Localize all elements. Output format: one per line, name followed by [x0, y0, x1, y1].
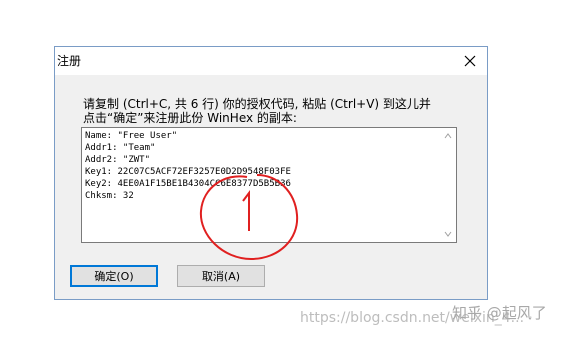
- ok-button[interactable]: 确定(O): [70, 265, 158, 287]
- instructions-line-1: 请复制 (Ctrl+C, 共 6 行) 你的授权代码, 粘贴 (Ctrl+V) …: [83, 97, 431, 111]
- code-line-key1: Key1: 22C07C5ACF72EF3257E0D2D9548F03FE: [85, 167, 291, 177]
- code-line-addr1: Addr1: "Team": [85, 143, 156, 153]
- close-button[interactable]: [459, 50, 481, 72]
- title-bar: 注册: [55, 47, 487, 75]
- code-line-key2: Key2: 4EE0A1F15BE1B4304CC6E8377D5B5B36: [85, 179, 291, 189]
- license-code-content: Name: "Free User" Addr1: "Team" Addr2: "…: [85, 130, 291, 202]
- register-dialog: 注册 请复制 (Ctrl+C, 共 6 行) 你的授权代码, 粘贴 (Ctrl+…: [54, 46, 488, 300]
- cancel-button[interactable]: 取消(A): [177, 265, 265, 287]
- screen: 注册 请复制 (Ctrl+C, 共 6 行) 你的授权代码, 粘贴 (Ctrl+…: [0, 0, 577, 340]
- zhihu-watermark: 知乎 @起风了: [452, 304, 547, 322]
- instructions-text: 请复制 (Ctrl+C, 共 6 行) 你的授权代码, 粘贴 (Ctrl+V) …: [83, 97, 478, 125]
- dialog-title: 注册: [57, 54, 82, 68]
- vertical-scrollbar[interactable]: [440, 128, 456, 242]
- close-icon: [464, 55, 476, 67]
- chevron-down-icon[interactable]: [444, 230, 452, 238]
- code-line-addr2: Addr2: "ZWT": [85, 155, 151, 165]
- instructions-line-2: 点击“确定”来注册此份 WinHex 的副本:: [83, 111, 297, 125]
- code-line-chksm: Chksm: 32: [85, 191, 134, 201]
- code-line-name: Name: "Free User": [85, 131, 178, 141]
- chevron-up-icon[interactable]: [444, 132, 452, 140]
- license-code-textarea[interactable]: Name: "Free User" Addr1: "Team" Addr2: "…: [81, 127, 457, 243]
